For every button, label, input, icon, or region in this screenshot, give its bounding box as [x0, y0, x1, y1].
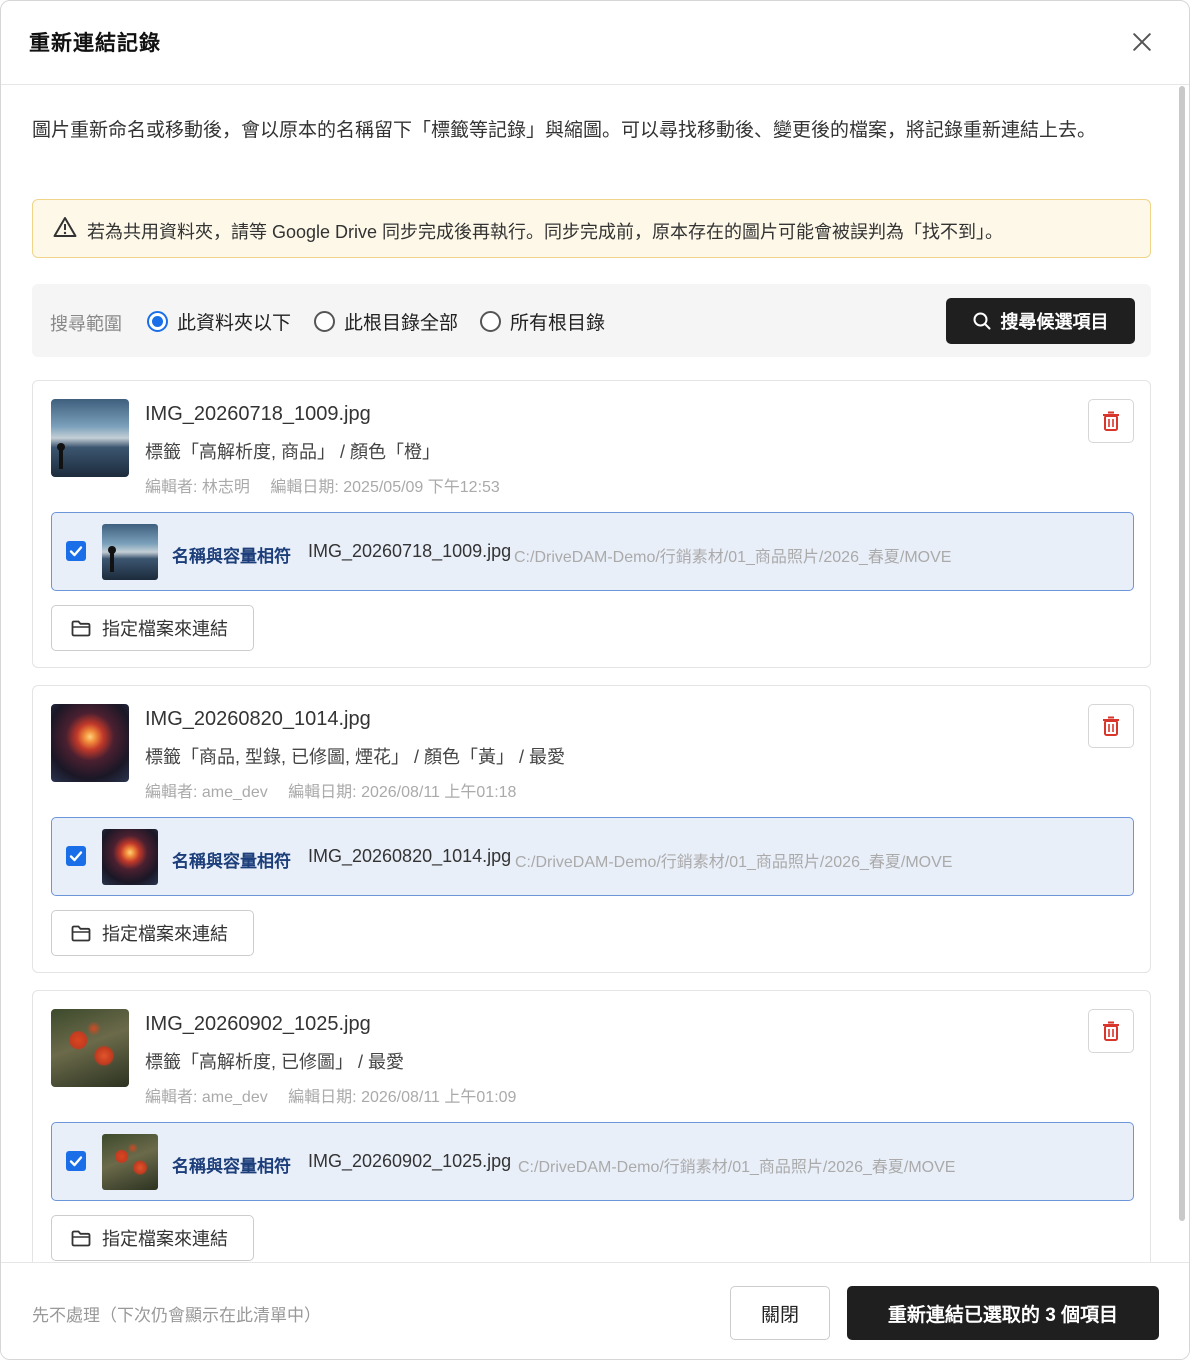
record-tags: 標籤「商品, 型錄, 已修圖, 煙花」 / 顏色「黃」 / 最愛	[145, 747, 566, 767]
record-editor: 編輯者: ame_dev	[145, 784, 268, 801]
radio-label: 此資料夾以下	[177, 313, 292, 334]
match-path: C:/DriveDAM-Demo/行銷素材/01_商品照片/2026_春夏/MO…	[515, 854, 953, 871]
record-edit-date: 編輯日期: 2025/05/09 下午12:53	[270, 479, 500, 496]
ocean-sunset-image	[102, 524, 158, 580]
folder-icon	[71, 620, 91, 636]
record-card: IMG_20260820_1014.jpg 標籤「商品, 型錄, 已修圖, 煙花…	[32, 685, 1151, 973]
check-icon	[69, 1156, 83, 1167]
search-scope-bar: 搜尋範圍 此資料夾以下 此根目錄全部 所有根目錄 搜尋候選項目	[32, 284, 1151, 357]
candidate-checkbox[interactable]	[66, 541, 86, 561]
assign-file-button[interactable]: 指定檔案來連結	[51, 1215, 254, 1261]
record-edit-date: 編輯日期: 2026/08/11 上午01:18	[288, 784, 517, 801]
record-editor: 編輯者: 林志明	[145, 479, 250, 496]
candidate-checkbox[interactable]	[66, 1151, 86, 1171]
record-tags: 標籤「高解析度, 已修圖」 / 最愛	[145, 1052, 405, 1072]
scrollbar[interactable]	[1179, 86, 1185, 1221]
radio-label: 此根目錄全部	[344, 313, 459, 334]
record-filename: IMG_20260820_1014.jpg	[145, 708, 371, 730]
candidate-match[interactable]: 名稱與容量相符 IMG_20260718_1009.jpg C:/DriveDA…	[51, 512, 1134, 591]
warning-banner: 若為共用資料夾，請等 Google Drive 同步完成後再執行。同步完成前，原…	[32, 199, 1151, 258]
radio-this-root[interactable]: 此根目錄全部	[314, 308, 458, 335]
record-edit-date: 編輯日期: 2026/08/11 上午01:09	[288, 1089, 517, 1106]
warning-text: 若為共用資料夾，請等 Google Drive 同步完成後再執行。同步完成前，原…	[87, 222, 1004, 242]
record-filename: IMG_20260718_1009.jpg	[145, 403, 371, 425]
dialog-title: 重新連結記錄	[29, 32, 161, 55]
record-meta: 編輯者: ame_dev 編輯日期: 2026/08/11 上午01:09	[145, 1083, 516, 1107]
flower-image	[51, 1009, 129, 1087]
record-tags: 標籤「高解析度, 商品」 / 顏色「橙」	[145, 442, 441, 462]
dialog-header: 重新連結記錄	[1, 1, 1189, 85]
record-filename: IMG_20260902_1025.jpg	[145, 1013, 371, 1035]
folder-icon	[71, 1230, 91, 1246]
radio-dot[interactable]	[147, 311, 168, 332]
dialog-body: 圖片重新命名或移動後，會以原本的名稱留下「標籤等記錄」與縮圖。可以尋找移動後、變…	[1, 86, 1189, 1262]
record-card: IMG_20260718_1009.jpg 標籤「高解析度, 商品」 / 顏色「…	[32, 380, 1151, 668]
match-path: C:/DriveDAM-Demo/行銷素材/01_商品照片/2026_春夏/MO…	[514, 549, 952, 566]
relink-selected-button[interactable]: 重新連結已選取的 3 個項目	[847, 1286, 1159, 1340]
radio-label: 所有根目錄	[510, 313, 606, 334]
trash-icon	[1103, 1021, 1119, 1041]
check-icon	[69, 546, 83, 557]
candidate-match[interactable]: 名稱與容量相符 IMG_20260820_1014.jpg C:/DriveDA…	[51, 817, 1134, 896]
delete-record-button[interactable]	[1088, 1009, 1134, 1053]
record-editor: 編輯者: ame_dev	[145, 1089, 268, 1106]
radio-dot[interactable]	[314, 311, 335, 332]
record-meta: 編輯者: 林志明 編輯日期: 2025/05/09 下午12:53	[145, 473, 500, 497]
delete-record-button[interactable]	[1088, 704, 1134, 748]
match-path: C:/DriveDAM-Demo/行銷素材/01_商品照片/2026_春夏/MO…	[518, 1159, 956, 1176]
record-meta: 編輯者: ame_dev 編輯日期: 2026/08/11 上午01:18	[145, 778, 516, 802]
assign-button-label: 指定檔案來連結	[102, 619, 228, 639]
scope-label: 搜尋範圍	[50, 314, 122, 334]
search-button-label: 搜尋候選項目	[1000, 312, 1109, 332]
record-card: IMG_20260902_1025.jpg 標籤「高解析度, 已修圖」 / 最愛…	[32, 990, 1151, 1262]
trash-icon	[1103, 411, 1119, 431]
match-label: 名稱與容量相符	[172, 852, 291, 871]
ocean-sunset-image	[51, 399, 129, 477]
radio-all-roots[interactable]: 所有根目錄	[480, 308, 605, 335]
relink-dialog: 重新連結記錄 圖片重新命名或移動後，會以原本的名稱留下「標籤等記錄」與縮圖。可以…	[0, 0, 1190, 1360]
check-icon	[69, 851, 83, 862]
intro-text: 圖片重新命名或移動後，會以原本的名稱留下「標籤等記錄」與縮圖。可以尋找移動後、變…	[32, 120, 1097, 141]
match-label: 名稱與容量相符	[172, 547, 291, 566]
radio-this-folder[interactable]: 此資料夾以下	[147, 308, 291, 335]
assign-file-button[interactable]: 指定檔案來連結	[51, 910, 254, 956]
match-filename: IMG_20260902_1025.jpg	[308, 1151, 512, 1171]
folder-icon	[71, 925, 91, 941]
delete-record-button[interactable]	[1088, 399, 1134, 443]
match-filename: IMG_20260820_1014.jpg	[308, 846, 512, 866]
assign-file-button[interactable]: 指定檔案來連結	[51, 605, 254, 651]
flower-image	[102, 1134, 158, 1190]
search-candidates-button[interactable]: 搜尋候選項目	[946, 298, 1135, 344]
close-button[interactable]: 關閉	[730, 1286, 830, 1340]
match-label: 名稱與容量相符	[172, 1157, 291, 1176]
fireworks-image	[51, 704, 129, 782]
skip-link[interactable]: 先不處理（下次仍會顯示在此清單中）	[32, 1301, 321, 1326]
match-filename: IMG_20260718_1009.jpg	[308, 541, 512, 561]
candidate-checkbox[interactable]	[66, 846, 86, 866]
close-icon[interactable]	[1125, 25, 1159, 59]
radio-dot[interactable]	[480, 311, 501, 332]
search-icon	[973, 312, 990, 330]
trash-icon	[1103, 716, 1119, 736]
fireworks-image	[102, 829, 158, 885]
candidate-match[interactable]: 名稱與容量相符 IMG_20260902_1025.jpg C:/DriveDA…	[51, 1122, 1134, 1201]
warning-icon	[53, 217, 77, 237]
dialog-footer: 先不處理（下次仍會顯示在此清單中） 關閉 重新連結已選取的 3 個項目	[1, 1262, 1189, 1359]
assign-button-label: 指定檔案來連結	[102, 1229, 228, 1249]
assign-button-label: 指定檔案來連結	[102, 924, 228, 944]
